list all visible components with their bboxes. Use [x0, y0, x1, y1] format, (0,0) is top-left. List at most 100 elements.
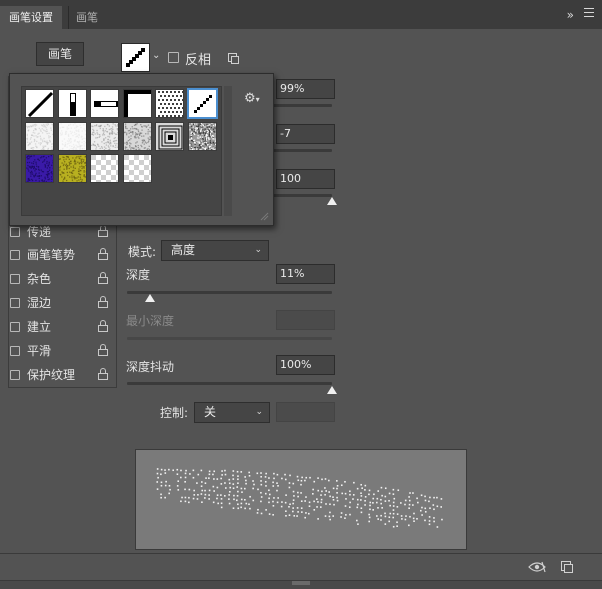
new-preset-icon[interactable]	[228, 53, 239, 64]
diagonal-line-preset[interactable]	[25, 89, 54, 118]
checker-large-preset[interactable]	[122, 154, 152, 183]
depth-jitter-field[interactable]: 100%	[276, 355, 335, 375]
option-checkbox[interactable]	[10, 370, 20, 380]
lock-icon[interactable]	[98, 368, 108, 381]
preview-dot	[177, 480, 180, 482]
preview-dot	[336, 487, 338, 490]
brightness-field[interactable]: -7	[276, 124, 335, 144]
preview-dot	[372, 509, 374, 511]
lock-icon[interactable]	[98, 272, 108, 285]
preview-dot	[368, 520, 371, 523]
lock-icon[interactable]	[98, 296, 108, 309]
tab-brushes[interactable]: 画笔	[67, 6, 107, 29]
new-brush-icon[interactable]	[561, 561, 573, 573]
tab-brush-settings[interactable]: 画笔设置	[0, 6, 62, 29]
option-wet-edges[interactable]: 湿边	[10, 293, 114, 313]
preview-dot	[396, 525, 398, 527]
vertical-bar-preset[interactable]	[57, 89, 87, 118]
grain-texture-preset[interactable]	[122, 121, 152, 151]
preview-dot	[212, 501, 215, 504]
option-checkbox[interactable]	[10, 274, 20, 284]
option-smoothing[interactable]: 平滑	[10, 341, 114, 361]
preview-dot	[364, 499, 366, 502]
option-checkbox[interactable]	[10, 298, 20, 308]
preset-scrollbar[interactable]	[224, 86, 232, 216]
preview-dot	[324, 515, 327, 517]
preview-dot	[320, 506, 322, 508]
bottom-divider	[0, 553, 602, 554]
preview-dot	[188, 488, 191, 491]
rock-texture-preset[interactable]	[187, 121, 217, 151]
preview-dot	[393, 497, 396, 500]
lock-icon[interactable]	[98, 248, 108, 261]
option-checkbox[interactable]	[10, 322, 20, 332]
preview-dot	[292, 502, 294, 505]
resize-grip-icon[interactable]	[259, 211, 269, 221]
option-brush-pose[interactable]: 画笔笔势	[10, 245, 114, 265]
depth-slider-thumb[interactable]	[145, 294, 155, 302]
invert-label: 反相	[185, 53, 212, 68]
preview-dot	[344, 492, 347, 495]
collapse-panel-icon[interactable]: »	[567, 8, 574, 22]
option-noise[interactable]: 杂色	[10, 269, 114, 289]
preview-dot	[213, 490, 215, 492]
dots-preset[interactable]	[155, 89, 184, 118]
lock-icon[interactable]	[98, 344, 108, 357]
resize-grip-icon[interactable]	[292, 580, 310, 586]
yellow-texture-preset[interactable]	[57, 154, 87, 183]
lock-icon[interactable]	[98, 225, 108, 238]
brush-tip-preview[interactable]	[121, 43, 150, 72]
preview-dot	[289, 474, 291, 477]
depth-jitter-slider-thumb[interactable]	[327, 386, 337, 394]
brushes-button[interactable]: 画笔	[36, 42, 84, 66]
noise-texture-preset[interactable]	[90, 121, 119, 151]
option-checkbox[interactable]	[10, 346, 20, 356]
preview-dot	[325, 490, 328, 492]
preview-dot	[364, 489, 366, 491]
contrast-slider-thumb[interactable]	[327, 197, 337, 205]
control-select[interactable]: 关 ⌄	[194, 402, 270, 423]
preview-dot	[180, 476, 182, 479]
panel-menu-icon[interactable]	[584, 8, 594, 18]
option-checkbox[interactable]	[10, 227, 20, 237]
brush-tip-dropdown-icon[interactable]: ⌄	[152, 50, 160, 61]
purple-texture-preset[interactable]	[25, 154, 54, 183]
horizontal-bar-preset[interactable]	[90, 89, 119, 118]
light-texture-preset[interactable]	[57, 121, 87, 151]
option-build-up[interactable]: 建立	[10, 317, 114, 337]
preview-dot	[281, 477, 283, 480]
diagonal-dots-preset[interactable]	[186, 88, 218, 119]
preview-dot	[221, 470, 223, 472]
invert-checkbox[interactable]	[168, 52, 179, 63]
preview-dot	[165, 480, 167, 483]
preview-dot	[336, 496, 338, 499]
depth-jitter-slider[interactable]	[127, 382, 332, 385]
preview-dot	[436, 496, 438, 499]
preview-dot	[317, 489, 320, 492]
mode-select[interactable]: 高度 ⌄	[161, 240, 269, 261]
contrast-field[interactable]: 100	[276, 169, 335, 189]
stroke-preview-dots	[156, 468, 443, 528]
preview-dot	[296, 475, 299, 478]
concentric-square-preset[interactable]	[155, 121, 184, 151]
scale-field[interactable]: 99%	[276, 79, 335, 99]
corner-block-preset[interactable]	[122, 89, 152, 118]
preview-dot	[228, 482, 231, 485]
preview-dot	[200, 493, 203, 495]
lock-icon[interactable]	[98, 320, 108, 333]
option-protect-texture[interactable]: 保护纹理	[10, 365, 114, 385]
preview-dot	[208, 477, 210, 479]
preview-dot	[232, 483, 235, 485]
preview-dot	[333, 503, 335, 506]
preview-dot	[392, 516, 395, 519]
checker-texture-preset[interactable]	[90, 154, 119, 183]
preview-dot	[228, 478, 231, 481]
preview-dot	[213, 478, 215, 480]
option-checkbox[interactable]	[10, 250, 20, 260]
depth-slider[interactable]	[127, 291, 332, 294]
soft-texture-preset[interactable]	[25, 121, 54, 151]
eye-toggle-icon[interactable]	[528, 561, 546, 573]
gear-icon[interactable]: ⚙▾	[244, 91, 260, 106]
depth-field[interactable]: 11%	[276, 264, 335, 284]
preview-dot	[392, 509, 395, 511]
